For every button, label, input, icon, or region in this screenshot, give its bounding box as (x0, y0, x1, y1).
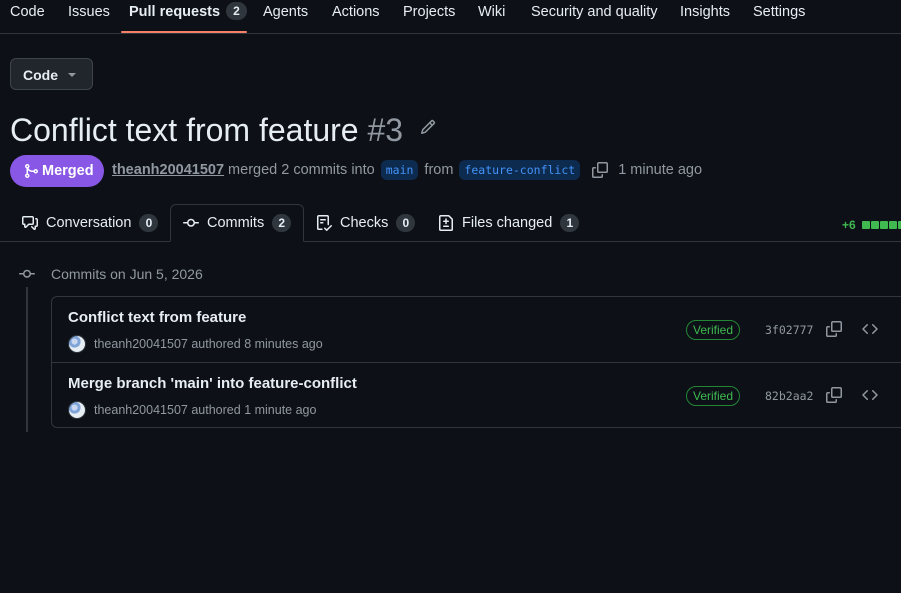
tab-files-changed-label: Files changed (462, 215, 553, 231)
tab-commits-label: Commits (207, 215, 265, 231)
nav-insights[interactable]: Insights (680, 0, 730, 34)
pencil-icon[interactable] (420, 119, 436, 135)
commit-row: Conflict text from feature theanh2004150… (52, 297, 901, 363)
commit-sha[interactable]: 82b2aa2 (765, 389, 813, 403)
commit-author[interactable]: theanh20041507 (94, 337, 188, 351)
nav-settings[interactable]: Settings (753, 0, 805, 34)
code-button-label: Code (23, 67, 58, 83)
nav-active-underline (121, 31, 247, 33)
pr-number: #3 (367, 112, 404, 148)
commit-meta: theanh20041507 authored 1 minute ago (68, 401, 316, 419)
merged-label: Merged (42, 163, 94, 179)
commit-message-link[interactable]: Merge branch 'main' into feature-conflic… (68, 375, 357, 392)
nav-pull-requests[interactable]: Pull requests 2 (129, 0, 247, 34)
git-commit-icon (19, 266, 35, 282)
commit-time: 1 minute ago (244, 403, 317, 417)
commit-time: 8 minutes ago (244, 337, 323, 351)
git-commit-icon (183, 218, 199, 227)
verified-badge[interactable]: Verified (686, 320, 741, 340)
code-browse-icon[interactable] (862, 321, 878, 337)
nav-pull-requests-label: Pull requests (129, 4, 221, 20)
checklist-icon (317, 215, 332, 231)
nav-projects[interactable]: Projects (403, 0, 455, 34)
merged-text: merged 2 commits into (228, 162, 375, 178)
diffstat-block (879, 221, 888, 229)
tab-commits-count: 2 (272, 214, 292, 232)
tab-files-changed[interactable]: Files changed 1 (438, 204, 580, 242)
nav-agents[interactable]: Agents (263, 0, 308, 34)
code-dropdown-button[interactable]: Code (10, 58, 93, 90)
diffstat-block (870, 221, 879, 229)
nav-security[interactable]: Security and quality (531, 0, 658, 34)
comment-discussion-icon (22, 216, 38, 230)
nav-wiki[interactable]: Wiki (478, 0, 505, 34)
pr-title-text: Conflict text from feature (10, 112, 359, 148)
avatar[interactable] (68, 335, 86, 353)
commit-authored-text: authored (191, 337, 241, 351)
diffstat: +6 (842, 218, 901, 232)
nav-actions[interactable]: Actions (332, 0, 380, 34)
diffstat-additions: +6 (842, 218, 856, 232)
verified-badge[interactable]: Verified (686, 386, 741, 406)
head-branch[interactable]: feature-conflict (459, 160, 581, 180)
copy-icon[interactable] (826, 321, 842, 337)
commit-meta: theanh20041507 authored 8 minutes ago (68, 335, 323, 353)
from-text: from (424, 162, 454, 178)
tab-checks[interactable]: Checks 0 (316, 204, 416, 242)
merged-state-badge: Merged (10, 155, 104, 187)
commit-row: Merge branch 'main' into feature-conflic… (52, 362, 901, 428)
tab-conversation[interactable]: Conversation 0 (22, 204, 159, 242)
diffstat-block (861, 221, 870, 229)
timeline-line (26, 287, 28, 432)
commit-sha[interactable]: 3f02777 (765, 323, 813, 337)
pr-author-link[interactable]: theanh20041507 (112, 162, 224, 178)
code-browse-icon[interactable] (862, 387, 878, 403)
pr-time-ago: 1 minute ago (618, 162, 703, 178)
commit-authored-text: authored (191, 403, 241, 417)
triangle-down-icon (68, 73, 76, 77)
nav-issues[interactable]: Issues (68, 0, 110, 34)
pr-title: Conflict text from feature #3 (10, 110, 403, 150)
avatar[interactable] (68, 401, 86, 419)
commits-date-heading: Commits on Jun 5, 2026 (51, 266, 203, 282)
tab-files-changed-count: 1 (560, 214, 580, 232)
pr-meta: theanh20041507 merged 2 commits into mai… (112, 160, 702, 180)
repo-nav: Code Issues Pull requests 2 Agents Action… (0, 0, 901, 34)
tab-checks-label: Checks (340, 215, 389, 231)
tab-commits[interactable]: Commits 2 (170, 204, 305, 242)
copy-icon[interactable] (592, 162, 609, 178)
git-merge-icon (25, 164, 39, 178)
tab-conversation-count: 0 (139, 214, 159, 232)
tab-checks-count: 0 (396, 214, 416, 232)
commit-author[interactable]: theanh20041507 (94, 403, 188, 417)
commit-list: Conflict text from feature theanh2004150… (51, 296, 901, 428)
diffstat-block (888, 221, 897, 229)
nav-pull-requests-count: 2 (226, 2, 247, 20)
nav-code[interactable]: Code (10, 0, 45, 34)
file-diff-icon (439, 215, 453, 231)
copy-icon[interactable] (826, 387, 842, 403)
tab-conversation-label: Conversation (46, 215, 132, 231)
commit-message-link[interactable]: Conflict text from feature (68, 309, 246, 326)
base-branch[interactable]: main (380, 160, 419, 180)
